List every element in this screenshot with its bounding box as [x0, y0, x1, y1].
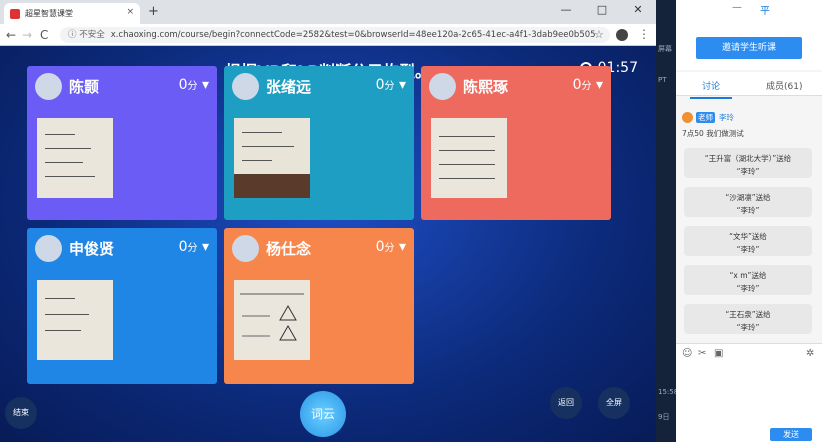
score[interactable]: 0分 ▾	[179, 77, 209, 93]
answer-photo[interactable]	[234, 118, 310, 198]
answer-photo[interactable]	[37, 280, 113, 360]
gift-message: “沙湖凛”送给 “李玲”	[684, 187, 812, 217]
student-card[interactable]: 陈熙琢 0分 ▾	[421, 66, 611, 220]
avatar	[35, 73, 62, 100]
student-name: 陈颢	[69, 78, 100, 96]
avatar	[429, 73, 456, 100]
invite-students-button[interactable]: 邀请学生听课	[696, 37, 802, 59]
forward-icon[interactable]: →	[22, 28, 32, 42]
student-card[interactable]: 张绪远 0分 ▾	[224, 66, 414, 220]
avatar	[35, 235, 62, 262]
minimize-button[interactable]: —	[548, 0, 584, 22]
end-button[interactable]: 结束	[5, 397, 37, 429]
score[interactable]: 0分 ▾	[179, 239, 209, 255]
score[interactable]: 0分 ▾	[573, 77, 603, 93]
student-name: 陈熙琢	[463, 78, 509, 96]
gift-message: “x m”送给 “李玲”	[684, 265, 812, 295]
browser-tab[interactable]: 超星智慧课堂 ×	[4, 3, 140, 24]
pin-icon[interactable]: 平	[760, 2, 770, 17]
screen-label[interactable]: 屏幕	[658, 44, 672, 54]
avatar	[232, 235, 259, 262]
url-text: x.chaoxing.com/course/begin?connectCode=…	[110, 30, 596, 40]
emoji-icon[interactable]: ☺	[682, 348, 692, 359]
teacher-badge: 老师	[696, 112, 715, 123]
fullscreen-button[interactable]: 全屏	[598, 387, 630, 419]
side-toolbar: 屏幕 PT 15:58 9日	[656, 0, 678, 442]
not-secure-label[interactable]: ⓘ 不安全	[68, 30, 105, 40]
settings-icon[interactable]: ✲	[806, 348, 814, 359]
tab-discussion[interactable]: 讨论	[690, 79, 733, 99]
browser-menu-icon[interactable]: ⋮	[638, 27, 650, 41]
back-icon[interactable]: ←	[6, 28, 16, 42]
reload-icon[interactable]: C	[40, 28, 48, 42]
score[interactable]: 0分 ▾	[376, 239, 406, 255]
discussion-panel: — 平 邀请学生听课 讨论 成员(61) 老师 李玲 7点50 我们做测试 “王…	[676, 0, 822, 442]
gift-message: “王石泉”送给 “李玲”	[684, 304, 812, 334]
avatar	[232, 73, 259, 100]
scissors-icon[interactable]: ✂	[698, 348, 706, 359]
student-card[interactable]: 杨仕念 0分 ▾	[224, 228, 414, 384]
clock-date: 9日	[658, 413, 670, 421]
bookmark-star-icon[interactable]: ☆	[594, 28, 604, 41]
gift-message: “文华”送给 “李玲”	[684, 226, 812, 256]
answer-photo[interactable]	[431, 118, 507, 198]
site-favicon-icon	[10, 8, 20, 19]
student-card[interactable]: 申俊贤 0分 ▾	[27, 228, 217, 384]
send-button[interactable]: 发送	[770, 428, 812, 441]
ppt-label[interactable]: PT	[658, 76, 667, 84]
teacher-message-header: 老师 李玲	[682, 112, 734, 123]
avatar	[682, 112, 693, 123]
image-icon[interactable]: ▣	[714, 348, 723, 359]
tab-close-icon[interactable]: ×	[126, 7, 134, 17]
message-composer: ☺ ✂ ▣ ✲ 发送	[676, 343, 822, 442]
minimize-panel-icon[interactable]: —	[732, 2, 742, 13]
close-window-button[interactable]: ✕	[620, 0, 656, 22]
student-name: 杨仕念	[266, 240, 312, 258]
address-bar: ← → C ⓘ 不安全 x.chaoxing.com/course/begin?c…	[0, 24, 656, 46]
panel-header: — 平 邀请学生听课	[676, 0, 822, 70]
tab-bar: 超星智慧课堂 × + — □ ✕	[0, 0, 656, 24]
notice-text: 7点50 我们做测试	[682, 129, 744, 138]
student-name: 张绪远	[266, 78, 312, 96]
score[interactable]: 0分 ▾	[376, 77, 406, 93]
student-card[interactable]: 陈颢 0分 ▾	[27, 66, 217, 220]
maximize-button[interactable]: □	[584, 0, 620, 22]
tab-title: 超星智慧课堂	[25, 9, 73, 18]
new-tab-button[interactable]: +	[148, 4, 159, 19]
return-button[interactable]: 返回	[550, 387, 582, 419]
gift-message: “王升富（湖北大学）”送给 “李玲”	[684, 148, 812, 178]
tab-members[interactable]: 成员(61)	[766, 79, 802, 92]
browser-window: 超星智慧课堂 × + — □ ✕ ← → C ⓘ 不安全 x.chaoxing.c…	[0, 0, 656, 442]
classroom-content: 根据VP和LP判断分子构型。 01:57 陈颢 0分 ▾ 张绪远 0分 ▾ 陈熙…	[0, 46, 656, 442]
answer-photo[interactable]	[234, 280, 310, 360]
word-cloud-button[interactable]: 词云	[300, 391, 346, 437]
student-name: 申俊贤	[69, 240, 115, 258]
triangle-sketch-icon	[240, 293, 304, 341]
profile-avatar-icon[interactable]	[616, 29, 628, 41]
panel-tabs: 讨论 成员(61)	[676, 72, 822, 99]
answer-photo[interactable]	[37, 118, 113, 198]
url-input[interactable]: ⓘ 不安全 x.chaoxing.com/course/begin?connect…	[60, 27, 610, 43]
teacher-name: 李玲	[719, 113, 734, 122]
